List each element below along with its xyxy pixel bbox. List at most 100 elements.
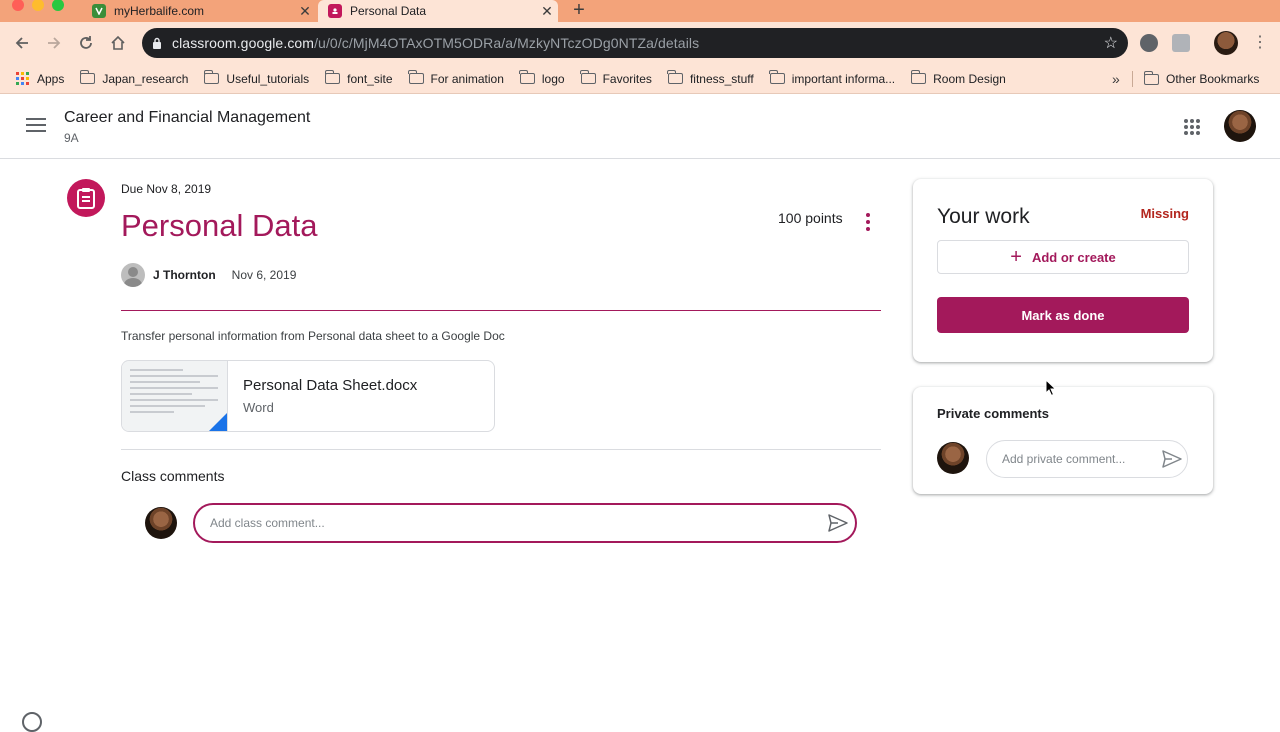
class-comment-input[interactable] bbox=[210, 516, 821, 530]
folder-icon bbox=[79, 70, 96, 84]
your-work-title: Your work bbox=[937, 205, 1030, 228]
private-comment-input[interactable] bbox=[1002, 452, 1157, 466]
private-comment-box bbox=[986, 440, 1188, 478]
bookmark-label: For animation bbox=[430, 71, 504, 86]
class-comment-box bbox=[193, 503, 857, 543]
google-apps-icon[interactable] bbox=[1184, 119, 1200, 135]
herbalife-favicon-icon bbox=[92, 4, 106, 18]
attachment-card[interactable]: Personal Data Sheet.docx Word bbox=[121, 360, 495, 432]
folder-icon bbox=[769, 70, 785, 84]
bookmark-label: fitness_stuff bbox=[689, 71, 754, 86]
word-file-corner-icon bbox=[209, 413, 227, 431]
reload-icon[interactable] bbox=[74, 31, 98, 55]
tab-close-icon[interactable]: ✕ bbox=[294, 3, 316, 20]
home-icon[interactable] bbox=[106, 31, 130, 55]
help-icon[interactable] bbox=[22, 712, 42, 732]
hamburger-icon[interactable] bbox=[26, 118, 46, 132]
bookmarks-separator bbox=[1132, 71, 1133, 87]
add-or-create-label: Add or create bbox=[1031, 249, 1116, 265]
private-comments-card: Private comments bbox=[913, 387, 1213, 494]
bookmark-folder[interactable]: important informa... bbox=[769, 70, 896, 86]
assignment-title: Personal Data bbox=[121, 208, 318, 243]
bookmark-label: Apps bbox=[37, 71, 65, 86]
other-bookmarks-folder[interactable]: Other Bookmarks bbox=[1143, 70, 1260, 86]
back-icon[interactable] bbox=[10, 31, 34, 55]
bookmark-label: Room Design bbox=[933, 71, 1006, 86]
send-icon[interactable] bbox=[821, 514, 855, 532]
your-work-card: Your work Missing + Add or create Mark a… bbox=[913, 179, 1213, 362]
attachment-type: Word bbox=[243, 400, 274, 415]
class-section: 9A bbox=[64, 131, 79, 145]
author-row: J Thornton Nov 6, 2019 bbox=[121, 263, 296, 287]
url-path: /u/0/c/MjM4OTAxOTM5ODRa/a/MzkyNTczODg0NT… bbox=[314, 35, 700, 51]
folder-icon bbox=[667, 70, 683, 84]
add-or-create-button[interactable]: + Add or create bbox=[937, 240, 1189, 274]
private-comments-heading: Private comments bbox=[937, 406, 1049, 421]
folder-icon bbox=[519, 70, 535, 84]
assignment-instructions: Transfer personal information from Perso… bbox=[121, 329, 505, 343]
bookmark-label: Japan_research bbox=[102, 71, 189, 86]
assignment-points: 100 points bbox=[778, 210, 843, 226]
bookmarks-bar: Apps Japan_research Useful_tutorials fon… bbox=[0, 64, 1280, 94]
class-title[interactable]: Career and Financial Management bbox=[64, 109, 310, 127]
bookmark-apps[interactable]: Apps bbox=[16, 72, 64, 86]
folder-icon bbox=[203, 70, 220, 84]
bookmark-folder[interactable]: For animation bbox=[408, 70, 504, 86]
attachment-name: Personal Data Sheet.docx bbox=[243, 377, 418, 394]
bookmark-label: Favorites bbox=[602, 71, 652, 86]
folder-icon bbox=[408, 70, 424, 84]
attachment-thumbnail bbox=[122, 361, 228, 431]
bookmark-folder[interactable]: logo bbox=[519, 70, 565, 86]
bookmark-folder[interactable]: Room Design bbox=[910, 70, 1006, 86]
plus-icon: + bbox=[1010, 246, 1022, 268]
extension-icon[interactable] bbox=[1140, 34, 1158, 52]
more-bookmarks-chevron-icon[interactable]: » bbox=[1112, 71, 1120, 87]
due-date: Due Nov 8, 2019 bbox=[121, 182, 212, 196]
extension-icon[interactable] bbox=[1172, 34, 1190, 52]
new-tab-plus-icon[interactable]: + bbox=[568, 0, 590, 22]
folder-icon bbox=[1143, 70, 1159, 85]
header-divider bbox=[121, 310, 881, 311]
window-close-button[interactable] bbox=[12, 0, 24, 11]
lock-icon[interactable] bbox=[142, 37, 172, 49]
window-minimize-button[interactable] bbox=[32, 0, 44, 11]
star-icon[interactable]: ☆ bbox=[1104, 33, 1118, 53]
address-bar[interactable]: classroom.google.com/u/0/c/MjM4OTAxOTM5O… bbox=[142, 28, 1128, 58]
account-avatar[interactable] bbox=[1224, 110, 1256, 142]
bookmark-folder[interactable]: fitness_stuff bbox=[667, 70, 754, 86]
browser-toolbar: classroom.google.com/u/0/c/MjM4OTAxOTM5O… bbox=[0, 22, 1280, 64]
comment-avatar bbox=[145, 507, 177, 539]
send-icon[interactable] bbox=[1157, 450, 1187, 468]
section-divider bbox=[121, 449, 881, 450]
bookmark-folder[interactable]: font_site bbox=[324, 70, 393, 86]
classroom-header: Career and Financial Management 9A bbox=[0, 94, 1280, 159]
status-badge: Missing bbox=[1140, 206, 1189, 221]
more-vert-icon[interactable] bbox=[866, 213, 870, 231]
bookmark-label: important informa... bbox=[791, 71, 896, 86]
class-comments-heading: Class comments bbox=[121, 468, 225, 484]
bookmark-folder[interactable]: Useful_tutorials bbox=[203, 70, 309, 86]
tab-title: myHerbalife.com bbox=[114, 4, 205, 18]
browser-tab-myherbalife[interactable]: myHerbalife.com ✕ bbox=[82, 0, 316, 22]
mouse-cursor-icon bbox=[1045, 378, 1057, 402]
author-avatar bbox=[121, 263, 145, 287]
browser-tab-personal-data[interactable]: Personal Data ✕ bbox=[318, 0, 558, 22]
mark-as-done-button[interactable]: Mark as done bbox=[937, 297, 1189, 333]
author-name: J Thornton bbox=[153, 268, 216, 282]
apps-icon bbox=[16, 72, 29, 85]
folder-icon bbox=[580, 70, 596, 84]
assignment-icon bbox=[67, 179, 105, 217]
url-host: classroom.google.com bbox=[172, 35, 315, 51]
url-text: classroom.google.com/u/0/c/MjM4OTAxOTM5O… bbox=[172, 35, 699, 51]
bookmark-folder[interactable]: Favorites bbox=[580, 70, 652, 86]
bookmark-label: Other Bookmarks bbox=[1166, 72, 1260, 86]
browser-profile-avatar[interactable] bbox=[1214, 31, 1238, 55]
bookmark-folder[interactable]: Japan_research bbox=[79, 70, 189, 86]
forward-icon[interactable] bbox=[42, 31, 66, 55]
folder-icon bbox=[324, 70, 341, 84]
browser-menu-icon[interactable]: ⋮ bbox=[1252, 32, 1268, 52]
bookmark-label: font_site bbox=[347, 71, 393, 86]
tab-close-icon[interactable]: ✕ bbox=[536, 3, 558, 20]
bookmark-label: logo bbox=[541, 71, 565, 86]
window-zoom-button[interactable] bbox=[52, 0, 64, 11]
